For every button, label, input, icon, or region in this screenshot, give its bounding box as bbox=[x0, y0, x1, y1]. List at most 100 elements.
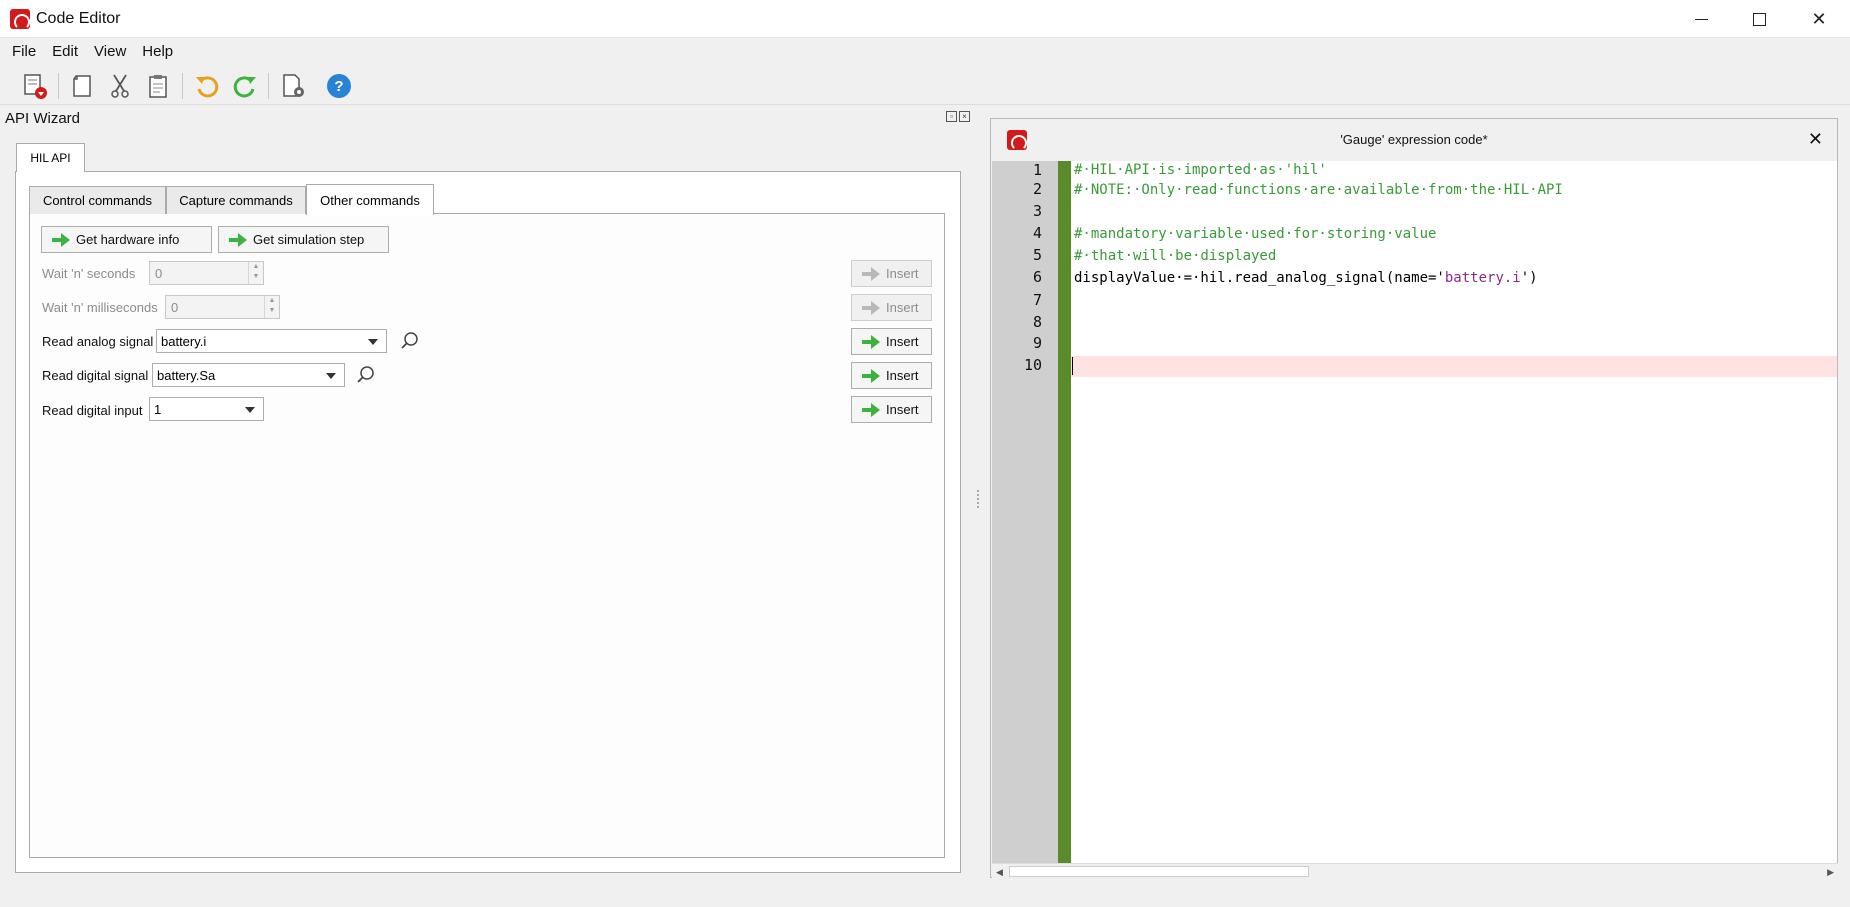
chevron-down-icon bbox=[245, 407, 255, 413]
close-panel-button[interactable]: × bbox=[959, 111, 970, 122]
insert-wait-seconds-button[interactable]: Insert bbox=[851, 260, 932, 287]
arrow-right-icon bbox=[862, 368, 880, 383]
scrollbar-thumb[interactable] bbox=[1009, 866, 1309, 877]
get-hardware-info-button[interactable]: Get hardware info bbox=[41, 226, 212, 253]
arrow-right-icon bbox=[862, 334, 880, 349]
title-bar: Code Editor ✕ bbox=[0, 0, 1850, 38]
spin-arrows-icon[interactable]: ▲ ▼ bbox=[248, 262, 263, 284]
minimize-icon bbox=[1694, 18, 1708, 20]
splitter-handle[interactable] bbox=[977, 490, 979, 508]
panel-title: API Wizard bbox=[5, 110, 81, 127]
arrow-right-icon bbox=[862, 300, 880, 315]
search-icon[interactable] bbox=[400, 331, 420, 351]
digital-signal-select[interactable]: battery.Sa bbox=[152, 363, 345, 387]
cut-button[interactable] bbox=[105, 71, 135, 101]
scroll-left-icon[interactable]: ◀ bbox=[996, 867, 1003, 878]
line-number: 4 bbox=[1032, 224, 1042, 242]
insert-digital-signal-button[interactable]: Insert bbox=[851, 362, 932, 389]
current-line-highlight bbox=[1071, 356, 1837, 377]
help-icon: ? bbox=[327, 74, 351, 98]
insert-digital-input-button[interactable]: Insert bbox=[851, 396, 932, 423]
maximize-button[interactable] bbox=[1730, 0, 1788, 38]
copy-button[interactable] bbox=[67, 71, 97, 101]
redo-button[interactable] bbox=[230, 71, 260, 101]
code-line-2: #·NOTE:·Only·read·functions·are·availabl… bbox=[1074, 182, 1563, 198]
arrow-right-icon bbox=[229, 232, 247, 247]
tab-other-commands[interactable]: Other commands bbox=[306, 184, 434, 215]
analog-signal-select[interactable]: battery.i bbox=[156, 329, 387, 353]
menu-file[interactable]: File bbox=[4, 43, 44, 60]
settings-button[interactable] bbox=[278, 71, 308, 101]
chevron-down-icon bbox=[368, 339, 378, 345]
line-number: 7 bbox=[1032, 291, 1042, 309]
toolbar: ? bbox=[0, 65, 1850, 105]
editor-header: 'Gauge' expression code* ✕ bbox=[991, 119, 1837, 161]
undo-button[interactable] bbox=[192, 71, 222, 101]
document-settings-icon bbox=[283, 74, 304, 97]
code-line-1: #·HIL·API·is·imported·as·'hil' bbox=[1074, 162, 1327, 178]
save-to-model-button[interactable] bbox=[20, 71, 50, 101]
spin-arrows-icon[interactable]: ▲ ▼ bbox=[264, 296, 279, 318]
horizontal-scrollbar[interactable]: ◀ ▶ bbox=[992, 863, 1838, 878]
close-icon: ✕ bbox=[1811, 8, 1827, 29]
code-line-6: displayValue·=·hil.read_analog_signal(na… bbox=[1074, 270, 1538, 286]
svg-text:?: ? bbox=[334, 78, 343, 95]
paste-button[interactable] bbox=[143, 71, 173, 101]
line-number: 9 bbox=[1032, 334, 1042, 352]
float-panel-button[interactable]: ▫ bbox=[946, 111, 957, 122]
close-editor-button[interactable]: ✕ bbox=[1808, 129, 1823, 150]
arrow-right-icon bbox=[862, 402, 880, 417]
redo-icon bbox=[233, 76, 256, 98]
minimize-button[interactable] bbox=[1672, 0, 1730, 38]
search-icon[interactable] bbox=[356, 365, 376, 385]
scissors-icon bbox=[111, 74, 129, 98]
chevron-down-icon bbox=[326, 373, 336, 379]
maximize-icon bbox=[1752, 12, 1766, 26]
copy-icon bbox=[73, 75, 91, 97]
code-editor-window: 'Gauge' expression code* ✕ 1 2 3 4 5 6 7… bbox=[990, 118, 1838, 878]
tab-control-commands[interactable]: Control commands bbox=[29, 186, 166, 214]
tab-capture-commands[interactable]: Capture commands bbox=[166, 186, 306, 214]
arrow-right-icon bbox=[862, 266, 880, 281]
get-simulation-step-button[interactable]: Get simulation step bbox=[218, 226, 389, 253]
clipboard-icon bbox=[149, 75, 167, 98]
read-analog-label: Read analog signal bbox=[42, 334, 154, 349]
line-number: 8 bbox=[1032, 313, 1042, 331]
tab-hil-api[interactable]: HIL API bbox=[16, 143, 85, 172]
line-number: 1 bbox=[1032, 161, 1042, 179]
line-number: 5 bbox=[1032, 246, 1042, 264]
wait-seconds-label: Wait 'n' seconds bbox=[42, 266, 136, 281]
menu-help[interactable]: Help bbox=[134, 43, 181, 60]
insert-wait-ms-button[interactable]: Insert bbox=[851, 294, 932, 321]
insert-analog-button[interactable]: Insert bbox=[851, 328, 932, 355]
arrow-right-icon bbox=[52, 232, 70, 247]
help-button[interactable]: ? bbox=[324, 71, 354, 101]
undo-icon bbox=[196, 76, 219, 98]
editor-title: 'Gauge' expression code* bbox=[1340, 132, 1488, 147]
wait-ms-label: Wait 'n' milliseconds bbox=[42, 300, 158, 315]
menu-view[interactable]: View bbox=[86, 43, 134, 60]
code-text-area[interactable]: #·HIL·API·is·imported·as·'hil' #·NOTE:·O… bbox=[1071, 161, 1837, 863]
read-digital-label: Read digital signal bbox=[42, 368, 149, 383]
window-title: Code Editor bbox=[36, 10, 121, 27]
code-line-4: #·mandatory·variable·used·for·storing·va… bbox=[1074, 226, 1437, 242]
menu-edit[interactable]: Edit bbox=[44, 43, 86, 60]
scroll-right-icon[interactable]: ▶ bbox=[1827, 867, 1834, 878]
save-document-icon bbox=[24, 74, 47, 99]
app-logo-icon bbox=[10, 9, 30, 30]
code-line-5: #·that·will·be·displayed bbox=[1074, 248, 1277, 264]
wait-seconds-spinbox[interactable]: 0 ▲ ▼ bbox=[149, 261, 264, 285]
wait-ms-spinbox[interactable]: 0 ▲ ▼ bbox=[165, 295, 280, 319]
text-cursor bbox=[1072, 357, 1073, 375]
line-number-gutter: 1 2 3 4 5 6 7 8 9 10 bbox=[992, 161, 1058, 863]
read-input-label: Read digital input bbox=[42, 403, 143, 418]
line-number: 6 bbox=[1032, 268, 1042, 286]
digital-input-select[interactable]: 1 bbox=[149, 397, 264, 421]
menu-bar: File Edit View Help bbox=[0, 38, 1850, 65]
line-number: 2 bbox=[1032, 180, 1042, 198]
change-marker-bar bbox=[1058, 161, 1071, 863]
line-number: 3 bbox=[1032, 202, 1042, 220]
line-number: 10 bbox=[1023, 356, 1042, 374]
close-window-button[interactable]: ✕ bbox=[1790, 0, 1848, 38]
close-icon: ✕ bbox=[1807, 129, 1823, 149]
